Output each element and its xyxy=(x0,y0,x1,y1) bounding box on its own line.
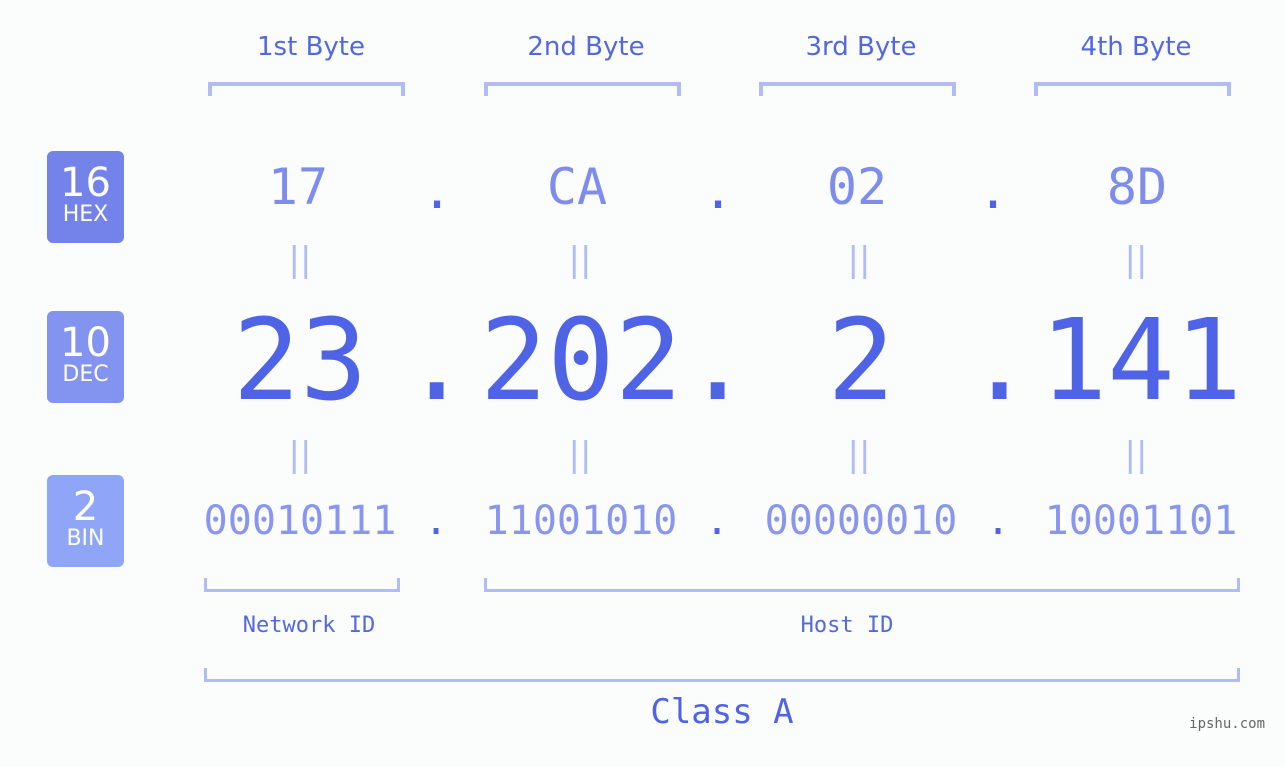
dec-byte-1: 23 xyxy=(232,296,368,426)
dec-separator-2: . xyxy=(684,296,752,426)
bin-badge: 2 BIN xyxy=(47,475,124,567)
equals-icon: || xyxy=(1124,240,1148,280)
equals-icon: || xyxy=(847,240,871,280)
dec-separator-3: . xyxy=(966,296,1034,426)
bin-separator-3: . xyxy=(986,498,1011,544)
dec-badge: 10 DEC xyxy=(47,311,124,403)
hex-separator-2: . xyxy=(703,162,734,220)
bin-base-number: 2 xyxy=(72,484,99,530)
watermark: ipshu.com xyxy=(1189,716,1265,732)
bin-byte-4: 10001101 xyxy=(1044,498,1238,544)
byte-header-4: 4th Byte xyxy=(1080,32,1192,62)
equals-icon: || xyxy=(568,240,592,280)
equals-icon: || xyxy=(568,435,592,475)
bin-byte-2: 11001010 xyxy=(484,498,678,544)
byte-bracket-4 xyxy=(1034,82,1231,96)
host-id-label: Host ID xyxy=(800,613,894,638)
hex-separator-3: . xyxy=(978,162,1009,220)
byte-header-1: 1st Byte xyxy=(257,32,365,62)
ip-class-label: Class A xyxy=(650,692,794,732)
dec-byte-4: 141 xyxy=(1039,296,1243,426)
hex-base-label: HEX xyxy=(62,202,109,227)
byte-bracket-3 xyxy=(759,82,956,96)
byte-header-3: 3rd Byte xyxy=(805,32,917,62)
bin-base-label: BIN xyxy=(66,526,105,551)
bin-separator-1: . xyxy=(424,498,449,544)
hex-byte-1: 17 xyxy=(267,158,329,216)
hex-byte-3: 02 xyxy=(826,158,888,216)
bin-byte-1: 00010111 xyxy=(203,498,397,544)
byte-bracket-1 xyxy=(208,82,405,96)
dec-byte-3: 2 xyxy=(827,296,895,426)
dec-separator-1: . xyxy=(403,296,471,426)
byte-header-2: 2nd Byte xyxy=(527,32,645,62)
network-id-bracket xyxy=(204,578,400,592)
dec-base-label: DEC xyxy=(62,362,109,387)
dec-byte-2: 202 xyxy=(479,296,683,426)
hex-base-number: 16 xyxy=(60,160,111,206)
hex-badge: 16 HEX xyxy=(47,151,124,243)
hex-byte-2: CA xyxy=(546,158,608,216)
equals-icon: || xyxy=(1124,435,1148,475)
bin-byte-3: 00000010 xyxy=(764,498,958,544)
hex-separator-1: . xyxy=(422,162,453,220)
equals-icon: || xyxy=(288,240,312,280)
equals-icon: || xyxy=(847,435,871,475)
byte-bracket-2 xyxy=(484,82,681,96)
bin-separator-2: . xyxy=(705,498,730,544)
class-bracket xyxy=(204,668,1240,682)
dec-base-number: 10 xyxy=(60,320,111,366)
host-id-bracket xyxy=(484,578,1240,592)
hex-byte-4: 8D xyxy=(1106,158,1168,216)
equals-icon: || xyxy=(288,435,312,475)
network-id-label: Network ID xyxy=(242,613,376,638)
